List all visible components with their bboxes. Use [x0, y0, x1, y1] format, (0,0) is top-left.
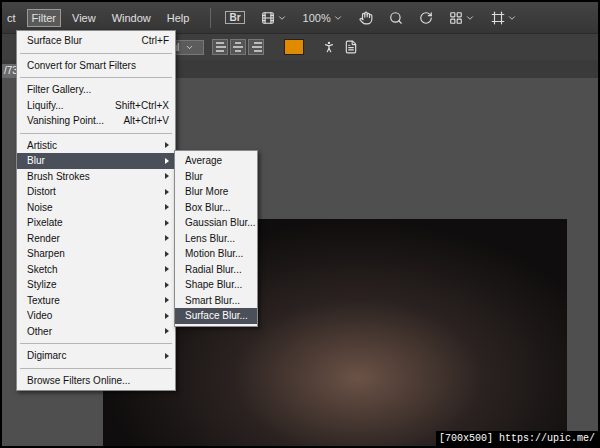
layout-button[interactable]	[449, 11, 475, 25]
submenu-arrow-icon	[165, 220, 169, 226]
menu-item[interactable]: Other	[17, 324, 175, 340]
submenu-item[interactable]: Gaussian Blur...	[175, 215, 257, 231]
align-button[interactable]	[212, 39, 228, 55]
menu-item[interactable]: Render	[17, 231, 175, 247]
menu-item[interactable]: Blur	[17, 153, 175, 169]
menu-item[interactable]: Video	[17, 308, 175, 324]
submenu-arrow-icon	[165, 353, 169, 359]
align-right-icon	[250, 42, 262, 52]
menu-item[interactable]: Browse Filters Online...	[17, 373, 175, 389]
submenu-arrow-icon	[165, 204, 169, 210]
submenu-arrow-icon	[165, 266, 169, 272]
menu-separator	[17, 49, 175, 58]
menu-item[interactable]: Filter Gallery...	[17, 82, 175, 98]
submenu-item[interactable]: Box Blur...	[175, 200, 257, 216]
menu-item[interactable]: Surface BlurCtrl+F	[17, 33, 175, 49]
submenu-arrow-icon	[165, 297, 169, 303]
menu-title[interactable]: Window	[107, 9, 156, 27]
submenu-arrow-icon	[165, 235, 169, 241]
menu-item[interactable]: Texture	[17, 293, 175, 309]
chevron-down-icon	[333, 13, 343, 23]
align-button[interactable]	[248, 39, 264, 55]
editor-window: ctFilterViewWindowHelpBr100%gul/739Surfa…	[0, 0, 600, 448]
submenu-item[interactable]: Motion Blur...	[175, 246, 257, 262]
menu-separator	[17, 339, 175, 348]
menu-divider	[210, 8, 211, 28]
align-left-icon	[214, 42, 226, 52]
chevron-down-icon	[507, 13, 517, 23]
submenu-item[interactable]: Surface Blur...	[175, 308, 257, 324]
menu-item[interactable]: Convert for Smart Filters	[17, 58, 175, 74]
submenu-arrow-icon	[165, 189, 169, 195]
menu-item[interactable]: Sharpen	[17, 246, 175, 262]
menu-separator	[17, 364, 175, 373]
submenu-arrow-icon	[165, 282, 169, 288]
zoom-icon[interactable]	[389, 11, 403, 25]
document-icon[interactable]	[344, 40, 358, 54]
align-group	[212, 39, 264, 55]
submenu-item[interactable]: Lens Blur...	[175, 231, 257, 247]
menu-bar: ct Filter View Window Help Br 100%	[2, 2, 598, 33]
film-icon	[261, 11, 275, 25]
filter-menu: Surface BlurCtrl+F Convert for Smart Filt…	[16, 30, 176, 391]
menu-separator	[17, 73, 175, 82]
menu-item[interactable]: Liquify...Shift+Ctrl+X	[17, 98, 175, 114]
color-swatch[interactable]	[284, 39, 304, 55]
menu-item[interactable]: Brush Strokes	[17, 169, 175, 185]
submenu-arrow-icon	[165, 328, 169, 334]
watermark: [700x500] https://upic.me/	[436, 431, 598, 446]
chevron-down-icon	[277, 13, 287, 23]
align-center-icon	[232, 42, 244, 52]
layout-icon	[449, 11, 463, 25]
rotate-icon[interactable]	[419, 11, 433, 25]
submenu-item[interactable]: Blur More	[175, 184, 257, 200]
warp-text-icon[interactable]	[322, 40, 336, 54]
menu-item[interactable]: Sketch	[17, 262, 175, 278]
menu-item[interactable]: Distort	[17, 184, 175, 200]
submenu-arrow-icon	[165, 173, 169, 179]
hand-icon[interactable]	[359, 11, 373, 25]
menu-item[interactable]: Stylize	[17, 277, 175, 293]
menu-item[interactable]: Vanishing Point...Alt+Ctrl+V	[17, 113, 175, 129]
submenu-item[interactable]: Radial Blur...	[175, 262, 257, 278]
menu-item[interactable]: Pixelate	[17, 215, 175, 231]
submenu-arrow-icon	[165, 158, 169, 164]
submenu-arrow-icon	[165, 251, 169, 257]
menu-title[interactable]: Filter	[27, 9, 61, 27]
zoom-dropdown[interactable]: 100%	[303, 12, 343, 24]
submenu-item[interactable]: Blur	[175, 169, 257, 185]
menu-title[interactable]: View	[67, 9, 101, 27]
menu-separator	[17, 129, 175, 138]
menu-item[interactable]: Noise	[17, 200, 175, 216]
frame-icon	[491, 11, 505, 25]
submenu-item[interactable]: Shape Blur...	[175, 277, 257, 293]
submenu-arrow-icon	[165, 313, 169, 319]
submenu-item[interactable]: Smart Blur...	[175, 293, 257, 309]
film-button[interactable]	[261, 11, 287, 25]
submenu-item[interactable]: Average	[175, 153, 257, 169]
menu-title[interactable]: Help	[162, 9, 195, 27]
chevron-down-icon	[185, 43, 194, 52]
submenu-arrow-icon	[165, 142, 169, 148]
align-button[interactable]	[230, 39, 246, 55]
chevron-down-icon	[465, 13, 475, 23]
menu-title[interactable]: ct	[2, 9, 21, 27]
frame-button[interactable]	[491, 11, 517, 25]
blur-submenu: AverageBlurBlur MoreBox Blur...Gaussian …	[174, 150, 258, 327]
menu-item[interactable]: Artistic	[17, 138, 175, 154]
menu-item[interactable]: Digimarc	[17, 348, 175, 364]
bridge-button[interactable]: Br	[225, 11, 244, 24]
